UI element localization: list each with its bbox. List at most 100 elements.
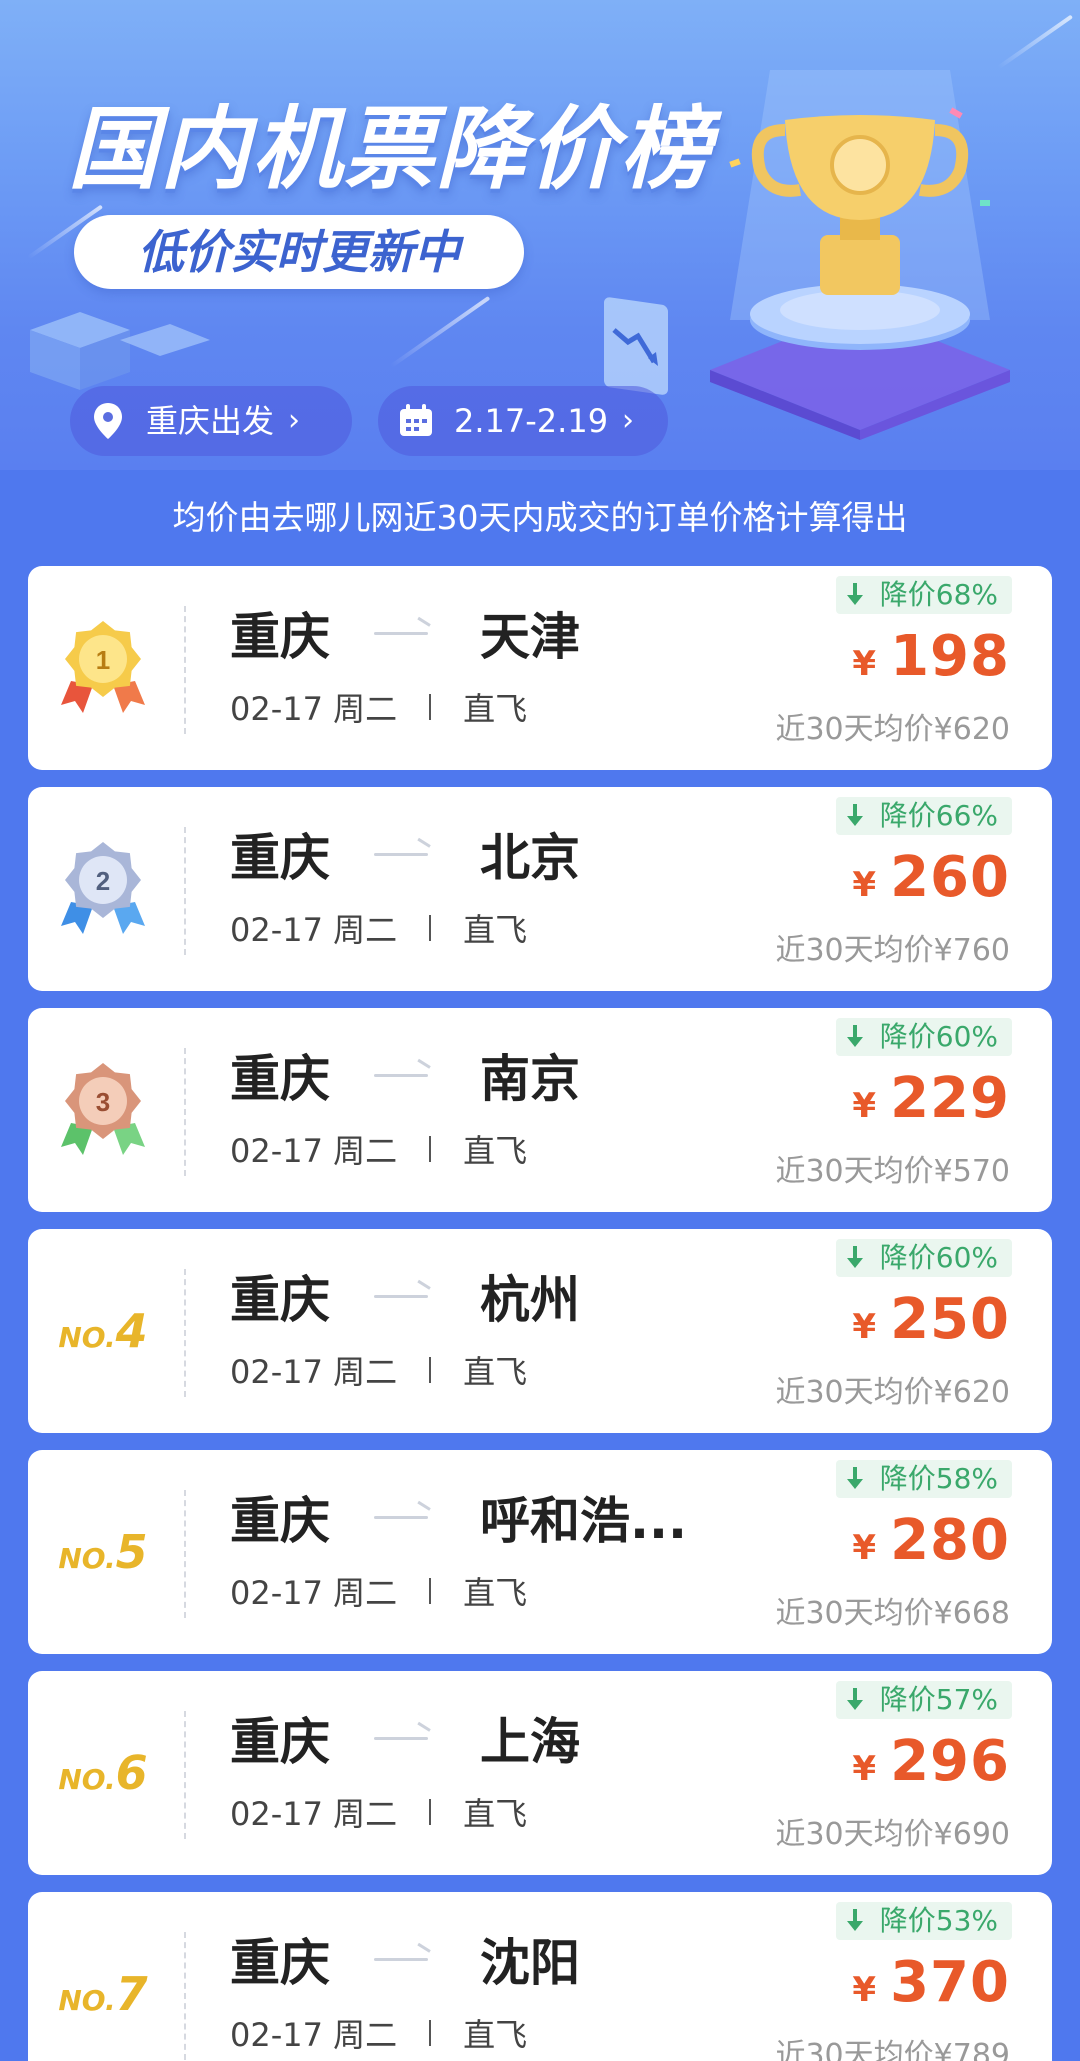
rank-number: 5 — [115, 1525, 148, 1579]
currency-symbol: ¥ — [852, 644, 877, 684]
price-drop-text: 降价58% — [879, 1462, 998, 1495]
medal-rank-number: 2 — [96, 866, 110, 896]
average-price: 近30天均价¥620 — [775, 1375, 1010, 1410]
price-drop-text: 降价66% — [879, 799, 998, 832]
current-price: ¥ 250 — [852, 1287, 1010, 1352]
flight-card[interactable]: NO.5 重庆 呼和浩... 02-17 周二 直飞 降价58% ¥ 280 近… — [28, 1450, 1052, 1654]
destination-city: 呼和浩... — [480, 1492, 687, 1550]
down-arrow-icon — [846, 1246, 864, 1270]
divider — [184, 1932, 186, 2060]
flight-info: 02-17 周二 直飞 — [230, 2010, 527, 2056]
flight-card[interactable]: 3 重庆 南京 02-17 周二 直飞 降价60% ¥ 229 近30天均价¥5… — [28, 1008, 1052, 1212]
flight-card[interactable]: 1 重庆 天津 02-17 周二 直飞 降价68% ¥ 198 近30天均价¥6… — [28, 566, 1052, 770]
separator — [429, 1357, 432, 1383]
price-value: 198 — [890, 624, 1010, 689]
departure-city-selector[interactable]: 重庆出发 › — [70, 386, 352, 456]
flight-card[interactable]: 2 重庆 北京 02-17 周二 直飞 降价66% ¥ 260 近30天均价¥7… — [28, 787, 1052, 991]
price-value: 229 — [890, 1066, 1010, 1131]
medal-rank-number: 1 — [96, 645, 110, 675]
price-drop-text: 降价60% — [879, 1020, 998, 1053]
currency-symbol: ¥ — [852, 1970, 877, 2010]
rank-badge: NO.5 — [48, 1490, 158, 1614]
divider — [184, 606, 186, 734]
flight-list: 1 重庆 天津 02-17 周二 直飞 降价68% ¥ 198 近30天均价¥6… — [28, 566, 1052, 2061]
flight-date: 02-17 周二 — [230, 1353, 398, 1391]
medal-rank-number: 3 — [96, 1087, 110, 1117]
date-range-label: 2.17-2.19 — [454, 402, 609, 440]
average-price: 近30天均价¥690 — [775, 1817, 1010, 1852]
date-range-selector[interactable]: 2.17-2.19 › — [378, 386, 668, 456]
page: 国内机票降价榜 低价实时更新中 重庆出发 › 2.17-2.19 › 均价由去哪… — [0, 0, 1080, 2061]
divider — [184, 1269, 186, 1397]
location-pin-icon — [88, 401, 128, 441]
average-price: 近30天均价¥668 — [775, 1596, 1010, 1631]
separator — [429, 1578, 432, 1604]
divider — [184, 827, 186, 955]
current-price: ¥ 260 — [852, 845, 1010, 910]
flight-type: 直飞 — [463, 911, 528, 949]
current-price: ¥ 296 — [852, 1729, 1010, 1794]
separator — [429, 2020, 432, 2046]
price-value: 250 — [890, 1287, 1010, 1352]
flight-info: 02-17 周二 直飞 — [230, 684, 527, 730]
average-price: 近30天均价¥760 — [775, 933, 1010, 968]
separator — [429, 694, 432, 720]
flight-type: 直飞 — [463, 1132, 528, 1170]
flight-type: 直飞 — [463, 1795, 528, 1833]
medal-3-icon: 3 — [48, 1048, 158, 1172]
price-drop-badge: 降价66% — [835, 797, 1012, 835]
rank-number: 4 — [115, 1304, 148, 1358]
origin-city: 重庆 — [230, 1934, 330, 1992]
price-value: 370 — [890, 1950, 1010, 2015]
divider — [184, 1490, 186, 1618]
down-arrow-icon — [846, 1467, 864, 1491]
price-drop-badge: 降价57% — [835, 1681, 1012, 1719]
price-drop-text: 降价53% — [879, 1904, 998, 1937]
flight-date: 02-17 周二 — [230, 690, 398, 728]
price-notice: 均价由去哪儿网近30天内成交的订单价格计算得出 — [172, 498, 908, 537]
flight-info: 02-17 周二 直飞 — [230, 1347, 527, 1393]
rank-prefix: NO. — [58, 1763, 116, 1796]
price-drop-badge: 降价60% — [835, 1239, 1012, 1277]
rank-number: 7 — [115, 1967, 148, 2021]
origin-city: 重庆 — [230, 1271, 330, 1329]
down-arrow-icon — [846, 1025, 864, 1049]
rank-prefix: NO. — [58, 1321, 116, 1354]
price-value: 296 — [890, 1729, 1010, 1794]
flight-card[interactable]: NO.4 重庆 杭州 02-17 周二 直飞 降价60% ¥ 250 近30天均… — [28, 1229, 1052, 1433]
hero-banner: 国内机票降价榜 低价实时更新中 重庆出发 › 2.17-2.19 › — [0, 0, 1080, 470]
route-arrow-icon — [374, 1735, 428, 1741]
destination-city: 天津 — [480, 608, 580, 666]
route: 重庆 上海 — [230, 1705, 580, 1771]
down-arrow-icon — [846, 583, 864, 607]
route: 重庆 北京 — [230, 821, 580, 887]
currency-symbol: ¥ — [852, 1307, 877, 1347]
origin-city: 重庆 — [230, 1713, 330, 1771]
flight-card[interactable]: NO.6 重庆 上海 02-17 周二 直飞 降价57% ¥ 296 近30天均… — [28, 1671, 1052, 1875]
price-drop-badge: 降价60% — [835, 1018, 1012, 1056]
hero-title: 国内机票降价榜 — [68, 97, 712, 202]
departure-city-label: 重庆出发 — [146, 402, 275, 440]
current-price: ¥ 198 — [852, 624, 1010, 689]
price-drop-badge: 降价68% — [835, 576, 1012, 614]
route: 重庆 南京 — [230, 1042, 580, 1108]
route-arrow-icon — [374, 1514, 428, 1520]
flight-date: 02-17 周二 — [230, 1795, 398, 1833]
down-arrow-icon — [846, 1688, 864, 1712]
destination-city: 沈阳 — [480, 1934, 580, 1992]
chevron-right-icon: › — [622, 403, 635, 438]
flight-card[interactable]: NO.7 重庆 沈阳 02-17 周二 直飞 降价53% ¥ 370 近30天均… — [28, 1892, 1052, 2061]
down-arrow-icon — [846, 1909, 864, 1933]
hero-subtitle: 低价实时更新中 — [74, 215, 524, 289]
average-price: 近30天均价¥789 — [775, 2038, 1010, 2061]
price-drop-badge: 降价53% — [835, 1902, 1012, 1940]
current-price: ¥ 229 — [852, 1066, 1010, 1131]
route-arrow-icon — [374, 630, 428, 636]
currency-symbol: ¥ — [852, 865, 877, 905]
route: 重庆 天津 — [230, 600, 580, 666]
medal-1-icon: 1 — [48, 606, 158, 730]
separator — [429, 1136, 432, 1162]
rank-badge: NO.7 — [48, 1932, 158, 2056]
decor-boxes — [30, 312, 210, 390]
flight-type: 直飞 — [463, 1353, 528, 1391]
